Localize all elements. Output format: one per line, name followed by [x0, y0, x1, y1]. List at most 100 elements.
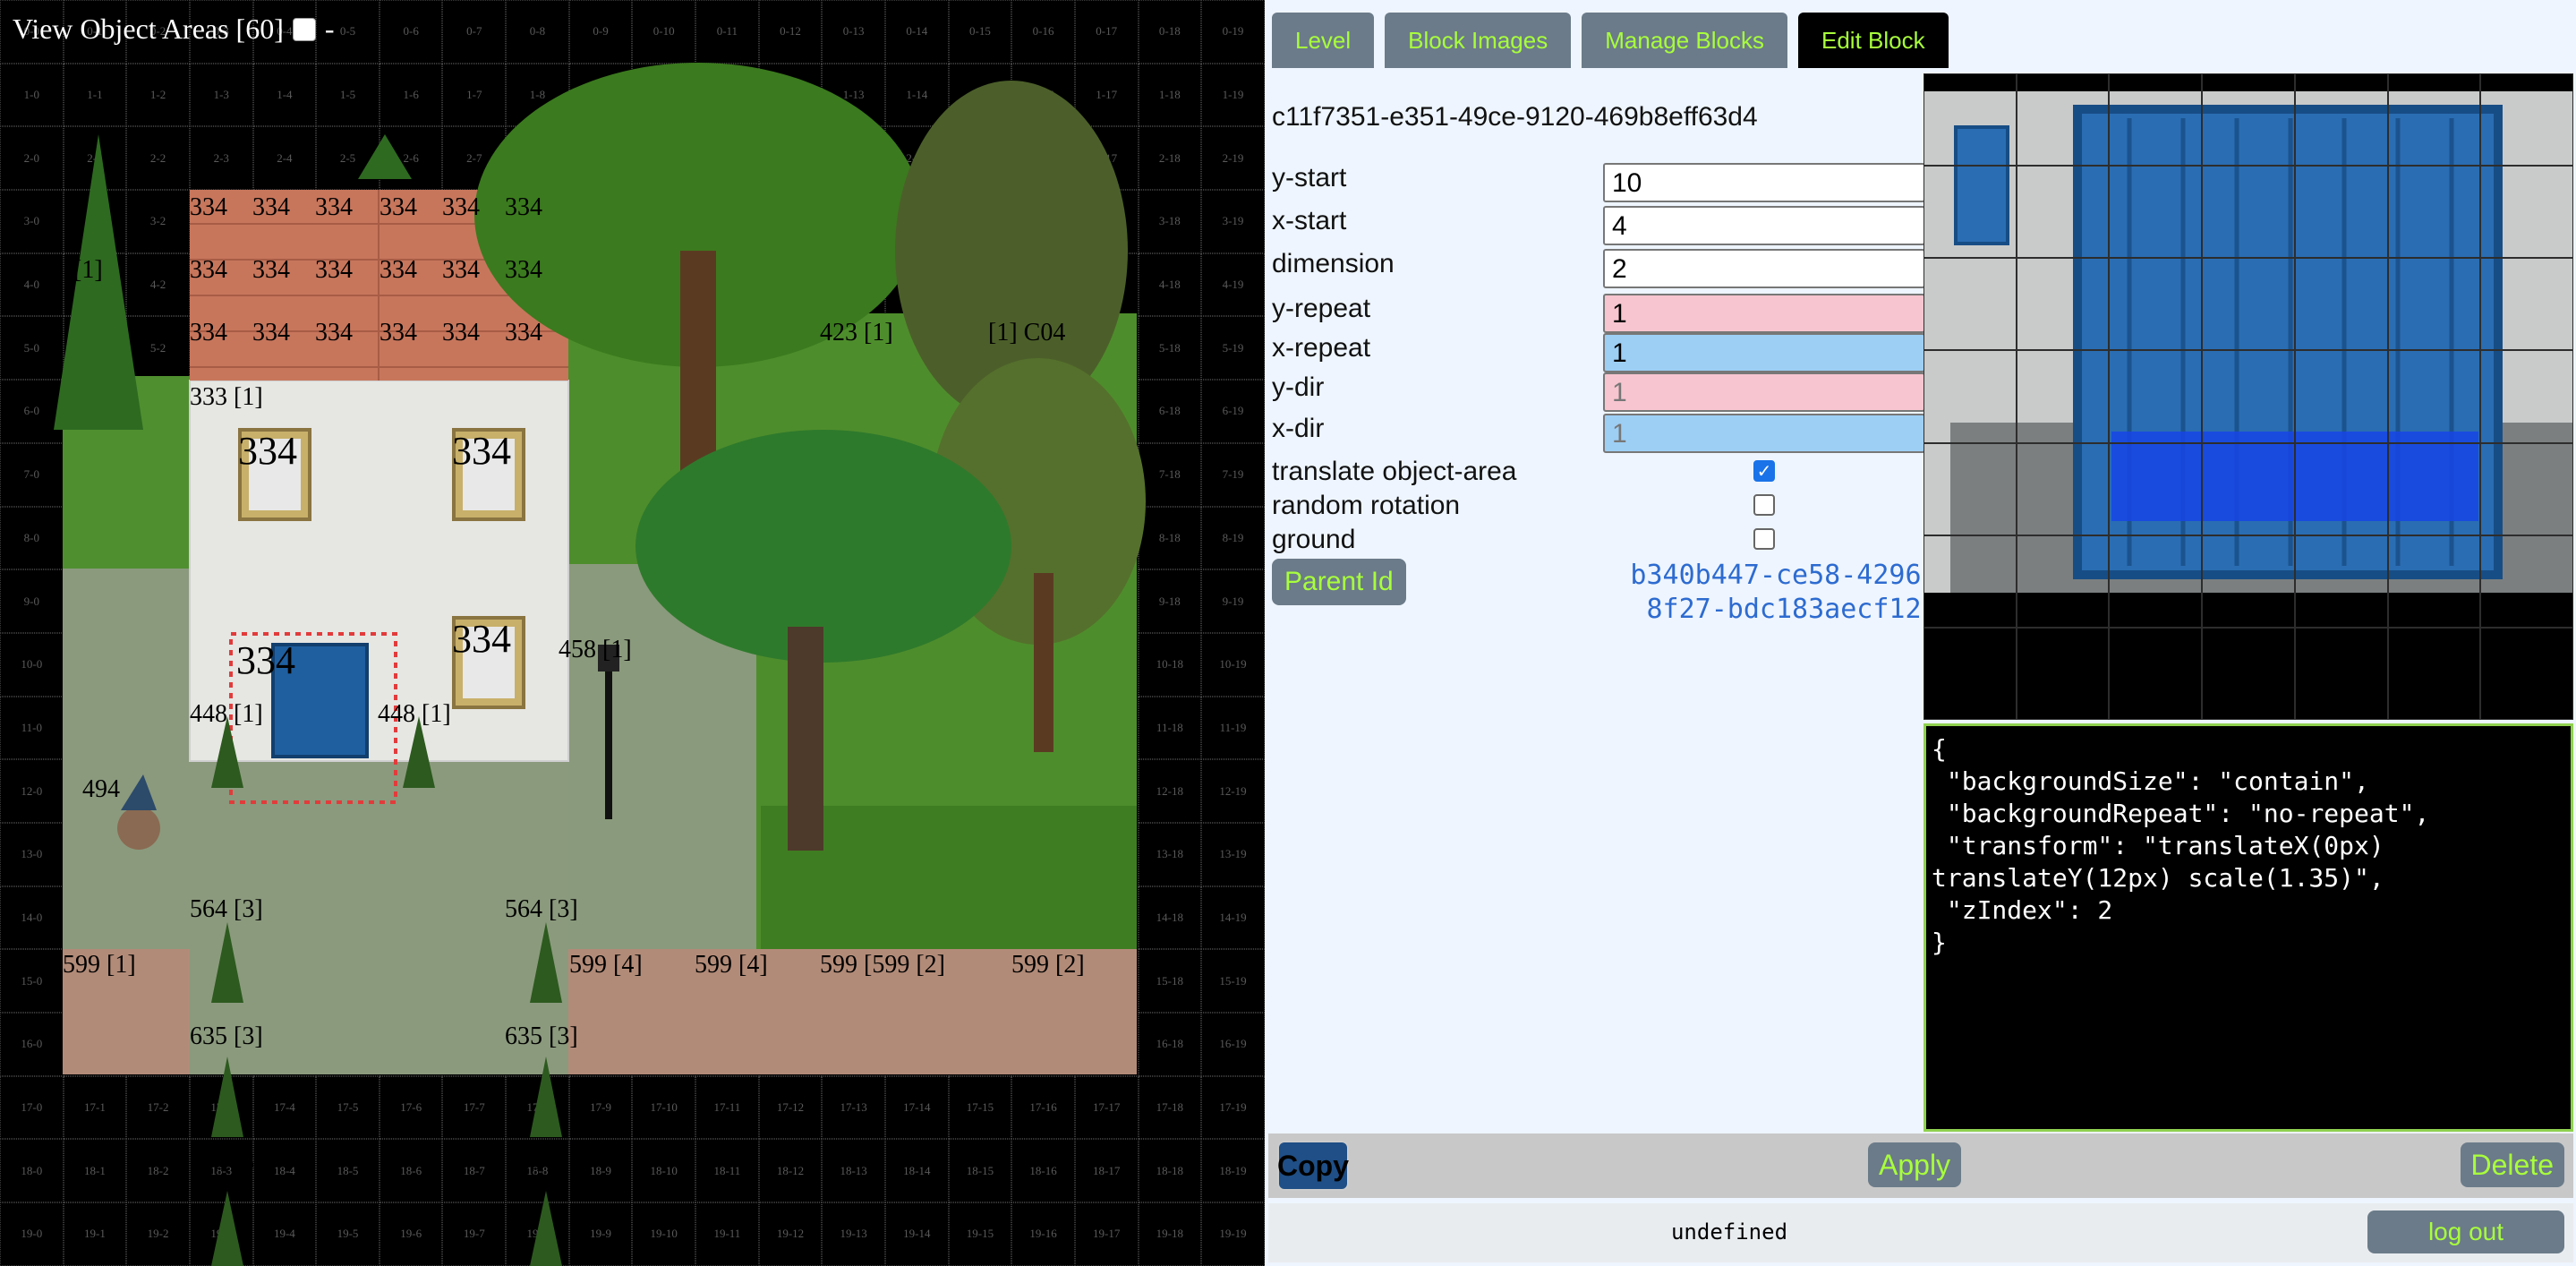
- preview-cell[interactable]: [2480, 350, 2573, 443]
- x-start-input[interactable]: 4: [1603, 206, 1925, 245]
- preview-cell[interactable]: [1923, 350, 2017, 443]
- preview-cell[interactable]: [2480, 166, 2573, 259]
- translate-label: translate object-area: [1272, 457, 1517, 486]
- preview-cell[interactable]: [2109, 258, 2203, 351]
- tab-bar: Level Block Images Manage Blocks Edit Bl…: [1272, 13, 1949, 68]
- preview-cell[interactable]: [2202, 166, 2295, 259]
- roof-label: 334: [252, 193, 290, 221]
- x-dir-input[interactable]: 1: [1603, 414, 1925, 453]
- preview-cell[interactable]: [2294, 535, 2388, 628]
- preview-cell[interactable]: [2387, 627, 2481, 720]
- copy-button[interactable]: Copy: [1277, 1141, 1349, 1191]
- preview-cell[interactable]: [2480, 73, 2573, 167]
- preview-cell[interactable]: [2016, 442, 2110, 535]
- roof-label: 334: [380, 319, 417, 346]
- preview-cell[interactable]: [1923, 535, 2017, 628]
- ground-label: ground: [1272, 525, 1356, 554]
- preview-cell[interactable]: [2480, 627, 2573, 720]
- preview-cell[interactable]: [1923, 258, 2017, 351]
- parent-id-value[interactable]: b340b447-ce58-4296-8f27-bdc183aecf12: [1623, 559, 1945, 627]
- preview-cell[interactable]: [2109, 166, 2203, 259]
- preview-cell[interactable]: [2387, 258, 2481, 351]
- preview-cell[interactable]: [2294, 258, 2388, 351]
- view-toggle-checkbox[interactable]: [292, 17, 316, 41]
- tab-edit-block[interactable]: Edit Block: [1798, 13, 1949, 68]
- preview-cell[interactable]: [2202, 627, 2295, 720]
- preview-cell[interactable]: [2480, 258, 2573, 351]
- translate-checkbox[interactable]: ✓: [1753, 460, 1775, 482]
- preview-cell[interactable]: [2387, 166, 2481, 259]
- delete-button[interactable]: Delete: [2460, 1142, 2564, 1187]
- preview-cell[interactable]: [2202, 535, 2295, 628]
- rotation-checkbox[interactable]: [1753, 494, 1775, 516]
- preview-cell[interactable]: [2480, 535, 2573, 628]
- preview-cell[interactable]: [2016, 627, 2110, 720]
- y-start-input[interactable]: 10: [1603, 163, 1925, 202]
- preview-cell[interactable]: [2294, 350, 2388, 443]
- preview-cell[interactable]: [2202, 258, 2295, 351]
- preview-cell[interactable]: [2387, 442, 2481, 535]
- preview-cell[interactable]: [2109, 350, 2203, 443]
- object-label: 635 [3]: [190, 1022, 263, 1050]
- roof-label: 334: [190, 319, 227, 346]
- style-json-editor[interactable]: { "backgroundSize": "contain", "backgrou…: [1923, 723, 2573, 1132]
- dimension-input[interactable]: 2: [1603, 249, 1925, 288]
- preview-cell[interactable]: [1923, 73, 2017, 167]
- y-repeat-input[interactable]: 1: [1603, 294, 1925, 333]
- ground-row: ground: [1272, 525, 1916, 557]
- object-label: [1] C04: [988, 319, 1066, 346]
- roof-label: 334: [380, 193, 417, 221]
- ground-checkbox[interactable]: [1753, 528, 1775, 550]
- preview-cell[interactable]: [2016, 166, 2110, 259]
- preview-cell[interactable]: [2294, 627, 2388, 720]
- object-label: 458 [1]: [559, 636, 632, 663]
- roof-label: 334: [315, 256, 353, 284]
- preview-cell[interactable]: [2109, 73, 2203, 167]
- preview-cell[interactable]: [2294, 442, 2388, 535]
- level-map[interactable]: 0-0 0-1 0-2 0-3 0-4 0-5 0-6 0-7 0-8 0-9 0-10 0-11 0-…: [0, 0, 1265, 1266]
- preview-cell[interactable]: [2387, 350, 2481, 443]
- apply-button[interactable]: Apply: [1868, 1142, 1962, 1187]
- preview-cell[interactable]: [1923, 627, 2017, 720]
- preview-cell[interactable]: [2202, 73, 2295, 167]
- x-start-label: x-start: [1272, 206, 1347, 235]
- preview-cell[interactable]: [2202, 350, 2295, 443]
- preview-cell[interactable]: [2109, 442, 2203, 535]
- door-label: 334: [236, 638, 295, 682]
- preview-cell[interactable]: [2480, 442, 2573, 535]
- view-toggle-suffix: -: [324, 13, 335, 45]
- object-label: 333 [1]: [190, 383, 263, 411]
- block-image-preview[interactable]: [1923, 73, 2573, 720]
- preview-cell[interactable]: [2387, 535, 2481, 628]
- preview-cell[interactable]: [1923, 442, 2017, 535]
- roof-label: 334: [190, 256, 227, 284]
- lamp-post: [605, 654, 612, 819]
- object-label: 448 [1]: [190, 700, 263, 728]
- preview-cell[interactable]: [2016, 350, 2110, 443]
- preview-cell[interactable]: [2294, 73, 2388, 167]
- tab-level[interactable]: Level: [1272, 13, 1375, 68]
- roof-label: 334: [442, 319, 480, 346]
- parent-id-button[interactable]: Parent Id: [1272, 559, 1406, 605]
- preview-cell[interactable]: [2387, 73, 2481, 167]
- view-object-areas-toggle[interactable]: View Object Areas [60] -: [13, 13, 335, 46]
- x-repeat-input[interactable]: 1: [1603, 333, 1925, 372]
- logout-button[interactable]: log out: [2367, 1210, 2564, 1253]
- preview-cell[interactable]: [2294, 166, 2388, 259]
- roof-label: 334: [190, 193, 227, 221]
- preview-cell[interactable]: [2016, 535, 2110, 628]
- roof-label: 334: [252, 319, 290, 346]
- object-label: 564 [3]: [505, 895, 578, 923]
- preview-cell[interactable]: [2016, 258, 2110, 351]
- object-label: 599 [599 [2]: [820, 951, 945, 979]
- preview-cell[interactable]: [2109, 627, 2203, 720]
- preview-cell[interactable]: [2016, 73, 2110, 167]
- tab-block-images[interactable]: Block Images: [1385, 13, 1572, 68]
- object-label: [1]: [73, 256, 103, 284]
- tab-manage-blocks[interactable]: Manage Blocks: [1582, 13, 1787, 68]
- status-bar: undefined log out: [1268, 1203, 2573, 1262]
- preview-cell[interactable]: [1923, 166, 2017, 259]
- preview-cell[interactable]: [2109, 535, 2203, 628]
- preview-cell[interactable]: [2202, 442, 2295, 535]
- y-dir-input[interactable]: 1: [1603, 372, 1925, 412]
